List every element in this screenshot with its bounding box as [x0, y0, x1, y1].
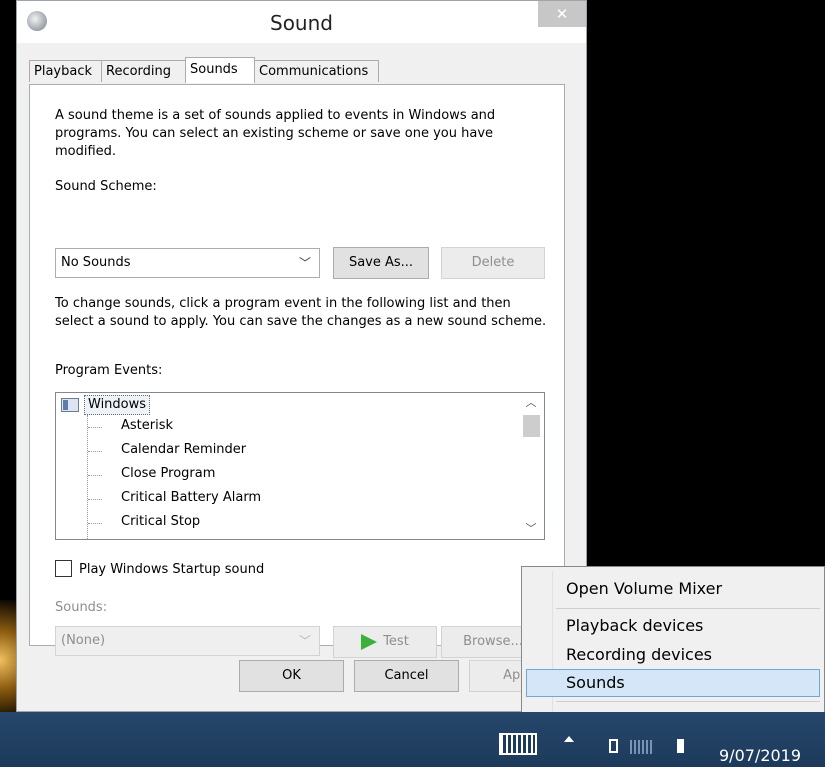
- battery-icon[interactable]: [609, 739, 618, 753]
- intro-text: A sound theme is a set of sounds applied…: [55, 108, 496, 159]
- dialog-client: Playback Recording Sounds Communications…: [17, 43, 586, 711]
- tab-playback[interactable]: Playback: [29, 60, 102, 82]
- tree-branch: [88, 451, 102, 452]
- program-events-list[interactable]: Windows Asterisk Calendar Reminder Close…: [55, 392, 545, 540]
- network-icon[interactable]: [630, 740, 654, 754]
- window-icon: [61, 398, 79, 412]
- taskbar: 9/07/2019: [0, 712, 825, 767]
- menu-item-open-volume-mixer[interactable]: Open Volume Mixer: [526, 575, 820, 603]
- menu-separator: [556, 701, 820, 702]
- tab-communications[interactable]: Communications: [254, 60, 379, 82]
- sound-file-value: (None): [61, 633, 106, 648]
- sounds-panel: A sound theme is a set of sounds applied…: [29, 84, 565, 658]
- ok-button[interactable]: OK: [239, 660, 344, 692]
- tree-branch: [88, 523, 102, 524]
- chevron-down-icon: ﹀: [298, 634, 311, 648]
- tree-branch: [88, 475, 102, 476]
- cancel-button[interactable]: Cancel: [354, 660, 459, 692]
- menu-item-recording-devices[interactable]: Recording devices: [526, 641, 820, 669]
- test-label: Test: [383, 634, 409, 649]
- chevron-down-icon: ﹀: [298, 256, 311, 270]
- save-as-button[interactable]: Save As...: [333, 247, 429, 279]
- tab-sounds[interactable]: Sounds: [185, 57, 255, 83]
- tree-root-label: Windows: [84, 395, 151, 415]
- sounds-label: Sounds:: [55, 600, 108, 615]
- startup-sound-label[interactable]: Play Windows Startup sound: [79, 561, 264, 579]
- play-icon: [361, 633, 378, 650]
- tree-connector: [87, 415, 89, 539]
- program-events-label: Program Events:: [55, 363, 163, 378]
- startup-sound-checkbox[interactable]: [55, 560, 72, 577]
- delete-button[interactable]: Delete: [441, 247, 545, 279]
- sound-file-select[interactable]: (None) ﹀: [55, 626, 320, 656]
- title-bar[interactable]: Sound ✕: [17, 1, 586, 43]
- list-item[interactable]: Critical Battery Alarm: [121, 489, 261, 507]
- keyboard-icon[interactable]: [499, 733, 537, 755]
- sound-scheme-select[interactable]: No Sounds ﹀: [55, 248, 320, 278]
- list-item[interactable]: Asterisk: [121, 417, 173, 435]
- tree-branch: [88, 427, 102, 428]
- scroll-down-icon[interactable]: ﹀: [518, 519, 544, 539]
- test-button[interactable]: Test: [333, 626, 437, 658]
- close-button[interactable]: ✕: [538, 1, 586, 27]
- show-hidden-icons-icon[interactable]: [564, 736, 574, 742]
- window-title: Sound: [270, 11, 333, 35]
- menu-item-sounds[interactable]: Sounds: [526, 669, 820, 697]
- menu-separator: [556, 608, 820, 609]
- scroll-up-icon[interactable]: ︿: [518, 393, 544, 413]
- list-item[interactable]: Close Program: [121, 465, 215, 483]
- instructions-text: To change sounds, click a program event …: [55, 296, 547, 329]
- tree-branch: [88, 499, 102, 500]
- tab-recording[interactable]: Recording: [101, 60, 186, 82]
- list-item[interactable]: Critical Stop: [121, 513, 200, 531]
- taskbar-date[interactable]: 9/07/2019: [719, 746, 801, 765]
- volume-icon[interactable]: [677, 739, 684, 753]
- sound-scheme-value: No Sounds: [61, 255, 131, 270]
- sound-scheme-label: Sound Scheme:: [55, 179, 157, 194]
- scroll-thumb[interactable]: [523, 415, 540, 437]
- vertical-scrollbar[interactable]: ︿ ﹀: [518, 393, 544, 539]
- sound-dialog: Sound ✕ Playback Recording Sounds Commun…: [16, 0, 587, 712]
- list-item[interactable]: Calendar Reminder: [121, 441, 246, 459]
- menu-item-playback-devices[interactable]: Playback devices: [526, 612, 820, 640]
